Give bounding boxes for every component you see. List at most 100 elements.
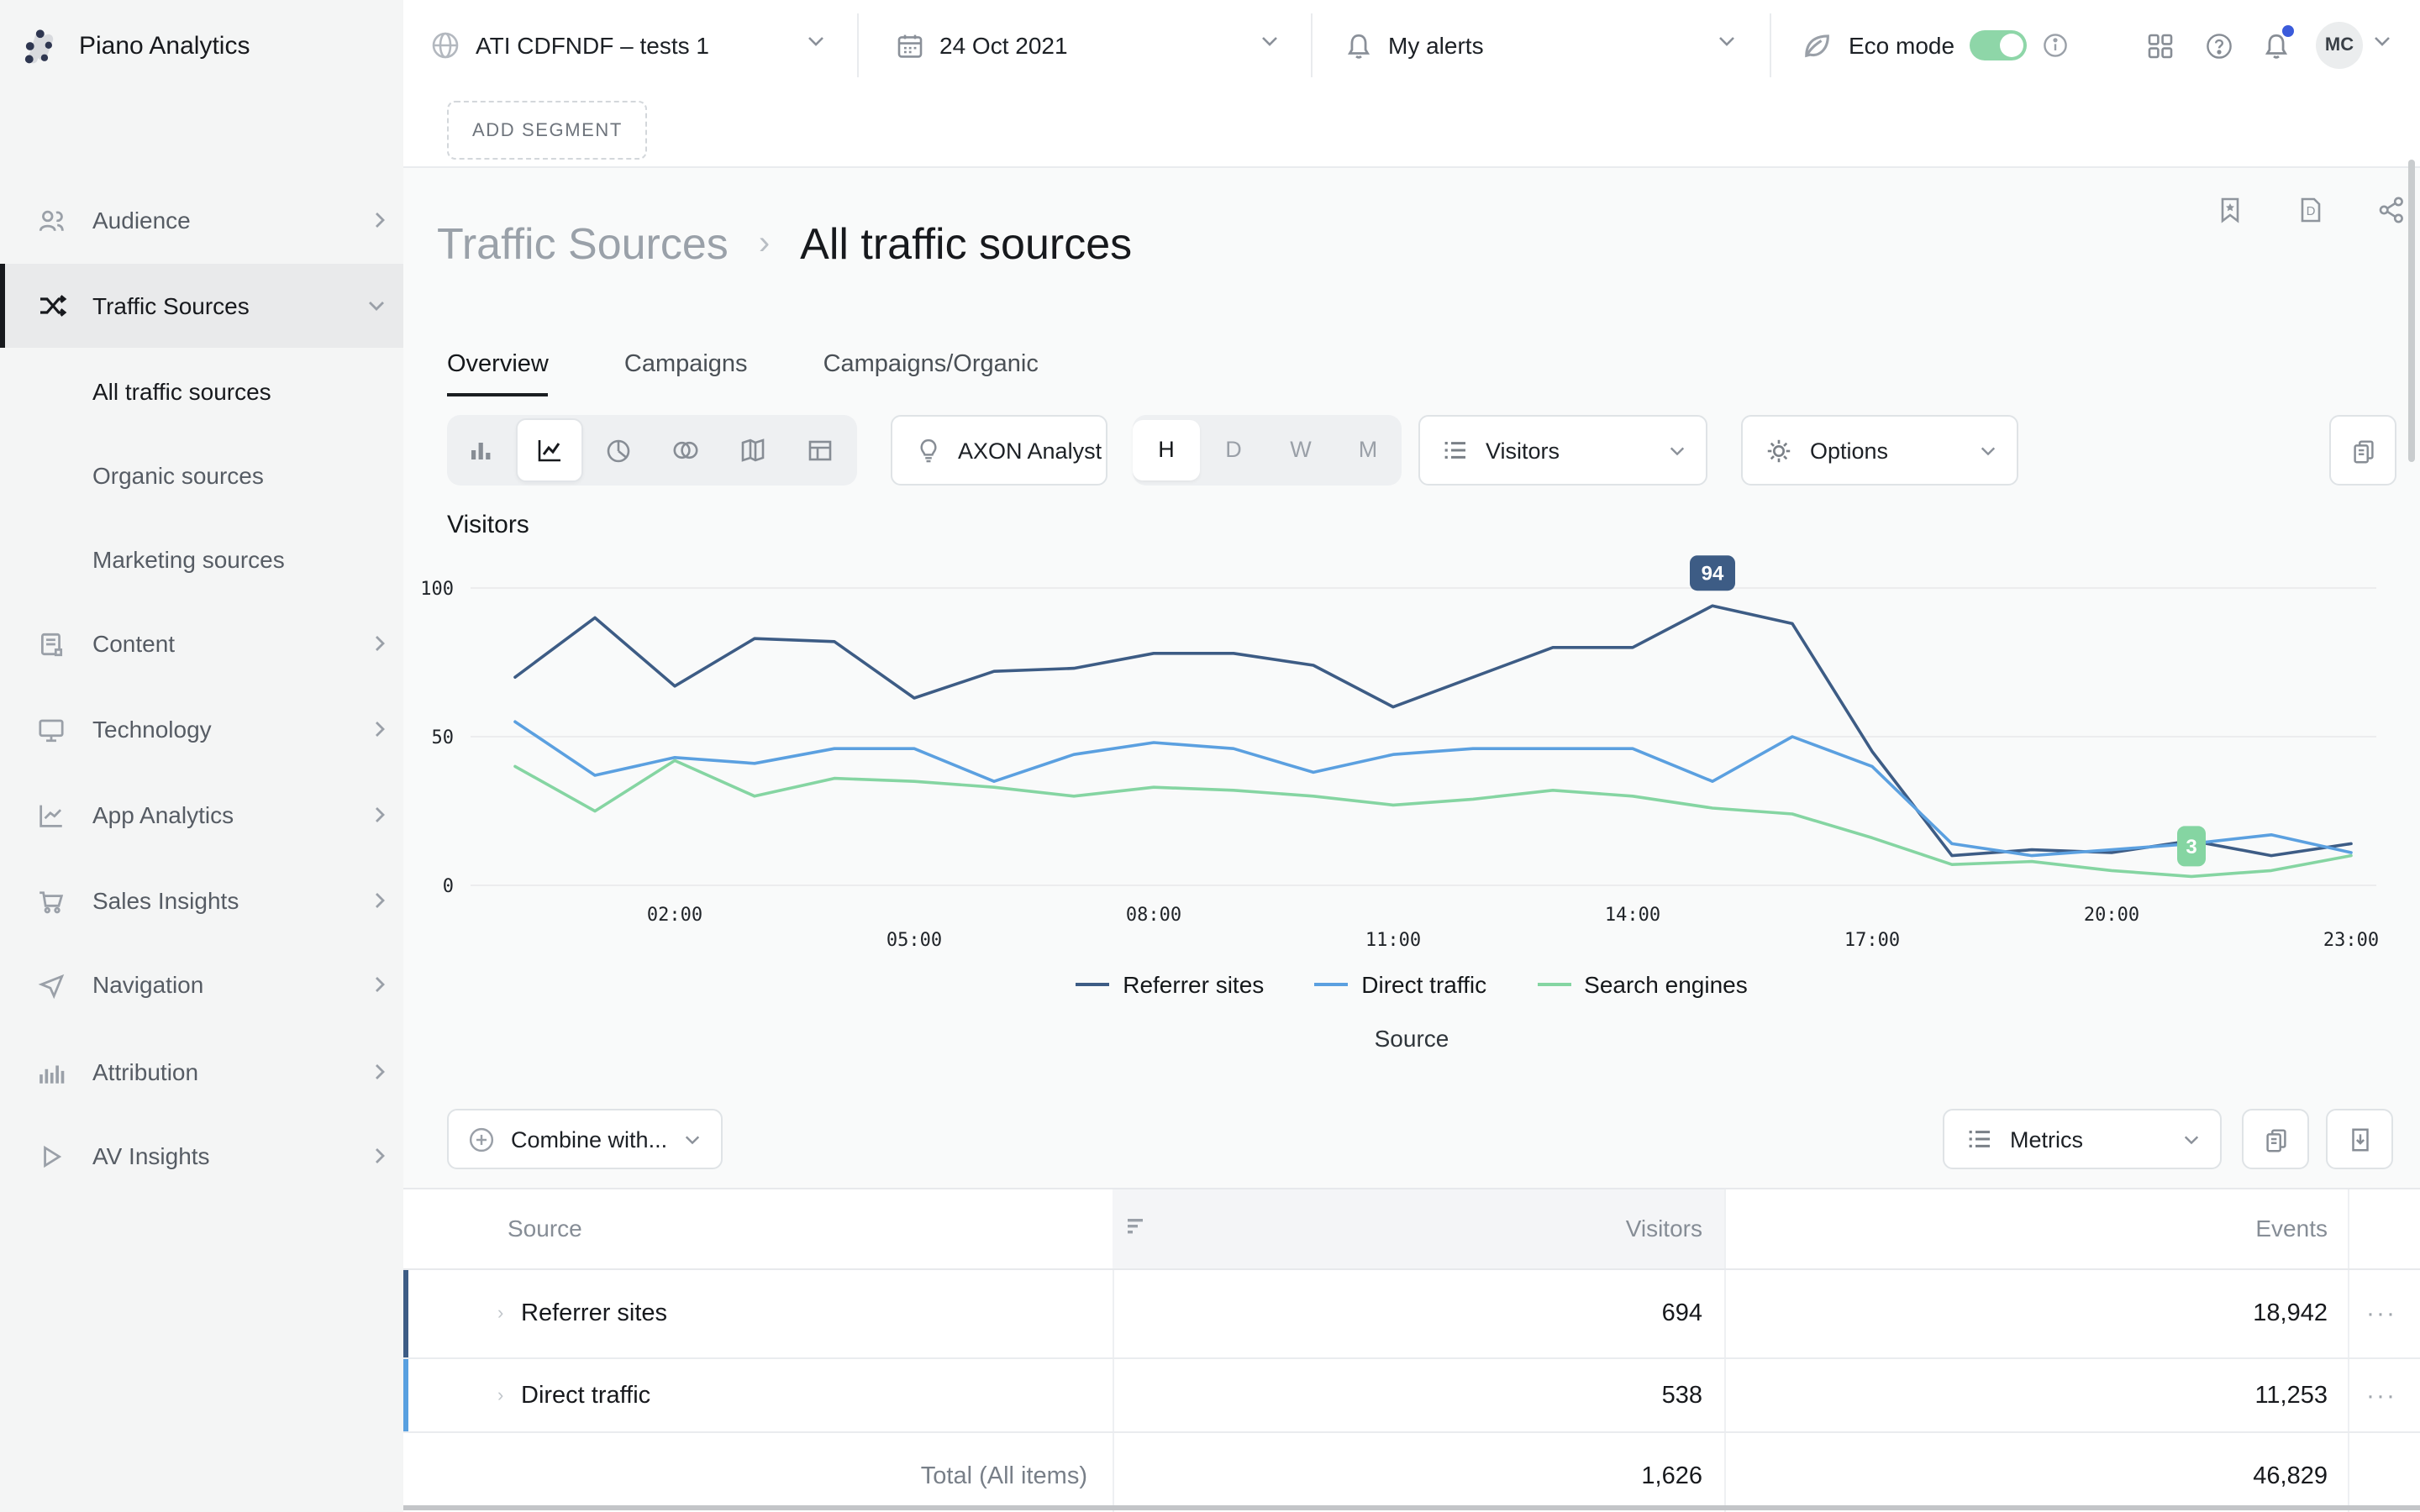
sidebar-item-marketing-sources[interactable]: Marketing sources — [0, 524, 403, 595]
help-icon[interactable] — [2205, 32, 2233, 60]
play-icon — [37, 1142, 67, 1170]
sidebar-item-attribution[interactable]: Attribution — [0, 1037, 403, 1107]
row-menu-icon[interactable]: ··· — [2366, 1381, 2396, 1410]
sidebar-item-av-insights[interactable]: AV Insights — [0, 1121, 403, 1191]
filter-sort-icon[interactable] — [1126, 1216, 1146, 1236]
metric-dropdown[interactable]: Visitors — [1418, 415, 1707, 486]
site-selector[interactable]: ATI CDFNDF – tests 1 — [430, 0, 709, 91]
horizontal-scrollbar[interactable] — [403, 1505, 2420, 1510]
share-icon[interactable] — [2376, 195, 2407, 225]
row-events: 11,253 — [2254, 1382, 2328, 1409]
legend-item[interactable]: Direct traffic — [1314, 971, 1486, 998]
svg-text:17:00: 17:00 — [1844, 930, 1900, 951]
expand-chevron-icon[interactable]: › — [497, 1304, 503, 1324]
sidebar-item-sales-insights[interactable]: Sales Insights — [0, 865, 403, 936]
legend-item[interactable]: Referrer sites — [1076, 971, 1264, 998]
granularity-month[interactable]: M — [1334, 415, 1402, 486]
bookmark-icon[interactable] — [2215, 195, 2245, 225]
legend-label: Direct traffic — [1361, 971, 1486, 998]
column-header-visitors[interactable]: Visitors — [1626, 1215, 1702, 1242]
notifications-bell-icon[interactable] — [2262, 32, 2291, 60]
apps-grid-icon[interactable] — [2146, 32, 2175, 60]
cursor-icon — [37, 970, 67, 999]
add-segment-label: ADD SEGMENT — [472, 120, 623, 140]
tab-overview[interactable]: Overview — [447, 336, 549, 396]
download-icon — [2345, 1125, 2374, 1153]
table-row-direct-traffic[interactable]: › Direct traffic 538 11,253 ··· — [403, 1359, 2420, 1433]
alerts-selector[interactable]: My alerts — [1344, 0, 1484, 91]
vertical-scrollbar[interactable] — [2408, 160, 2415, 462]
top-bar: ATI CDFNDF – tests 1 24 Oct 2021 My aler… — [403, 0, 2420, 92]
export-document-icon[interactable]: D — [2296, 195, 2326, 225]
chevron-down-icon — [366, 299, 387, 312]
avatar[interactable]: MC — [2316, 22, 2363, 69]
table-row-referrer-sites[interactable]: › Referrer sites 694 18,942 ··· — [403, 1270, 2420, 1359]
sidebar-item-all-traffic-sources[interactable]: All traffic sources — [0, 356, 403, 427]
map-icon[interactable] — [719, 415, 786, 486]
shuffle-icon — [37, 291, 67, 321]
download-button[interactable] — [2326, 1109, 2393, 1169]
chart-legend: Referrer sites Direct traffic Search eng… — [403, 971, 2420, 998]
pie-chart-icon[interactable] — [585, 415, 652, 486]
table-icon[interactable] — [786, 415, 854, 486]
brand-title: Piano Analytics — [79, 31, 250, 60]
granularity-week[interactable]: W — [1267, 415, 1334, 486]
copy-chart-button[interactable] — [2329, 415, 2396, 486]
venn-diagram-icon[interactable] — [652, 415, 719, 486]
svg-text:100: 100 — [420, 579, 454, 600]
combine-with-label: Combine with... — [511, 1126, 667, 1152]
chart-line-icon — [37, 801, 67, 829]
line-chart-icon[interactable] — [516, 418, 583, 482]
eco-mode-toggle[interactable] — [1970, 30, 2027, 60]
row-accent-bar — [403, 1270, 408, 1357]
sidebar-item-navigation[interactable]: Navigation — [0, 949, 403, 1020]
chevron-right-icon — [373, 890, 387, 911]
breadcrumb: Traffic Sources › All traffic sources — [437, 218, 1132, 270]
column-header-events[interactable]: Events — [2255, 1215, 2328, 1242]
copy-table-button[interactable] — [2242, 1109, 2309, 1169]
sidebar-item-label: All traffic sources — [92, 378, 271, 405]
add-segment-button[interactable]: ADD SEGMENT — [447, 101, 648, 160]
legend-item[interactable]: Search engines — [1537, 971, 1748, 998]
sidebar-item-app-analytics[interactable]: App Analytics — [0, 780, 403, 850]
column-header-source[interactable]: Source — [508, 1215, 582, 1242]
account-chevron-down-icon[interactable] — [2373, 35, 2391, 47]
sidebar-item-content[interactable]: Content — [0, 608, 403, 679]
axon-analyst-button[interactable]: AXON Analyst — [891, 415, 1107, 486]
breadcrumb-parent[interactable]: Traffic Sources — [437, 218, 729, 270]
granularity-hour[interactable]: H — [1133, 420, 1200, 480]
tab-campaigns-organic[interactable]: Campaigns/Organic — [823, 336, 1039, 396]
plus-circle-icon — [467, 1125, 496, 1153]
total-label: Total (All items) — [921, 1463, 1087, 1490]
info-icon[interactable] — [2042, 32, 2069, 59]
row-source[interactable]: Direct traffic — [521, 1382, 650, 1409]
sidebar-item-label: App Analytics — [92, 801, 234, 828]
bar-chart-icon[interactable] — [447, 415, 514, 486]
svg-text:3: 3 — [2186, 836, 2196, 858]
chevron-down-icon — [1669, 444, 1686, 456]
site-selector-value: ATI CDFNDF – tests 1 — [476, 32, 709, 59]
tab-campaigns[interactable]: Campaigns — [624, 336, 748, 396]
granularity-day[interactable]: D — [1200, 415, 1267, 486]
row-source[interactable]: Referrer sites — [521, 1300, 667, 1327]
sidebar-item-traffic-sources[interactable]: Traffic Sources — [0, 264, 403, 348]
sidebar-item-label: Traffic Sources — [92, 292, 250, 319]
options-dropdown[interactable]: Options — [1741, 415, 2018, 486]
sidebar-item-organic-sources[interactable]: Organic sources — [0, 440, 403, 511]
chevron-down-icon — [684, 1133, 701, 1145]
row-menu-icon[interactable]: ··· — [2366, 1299, 2396, 1328]
list-icon — [1442, 437, 1469, 464]
svg-text:02:00: 02:00 — [647, 905, 702, 926]
visitors-line-chart[interactable]: 05010002:0005:0008:0011:0014:0017:0020:0… — [403, 538, 2420, 958]
combine-with-dropdown[interactable]: Combine with... — [447, 1109, 723, 1169]
cart-icon — [37, 886, 67, 915]
main-content: ADD SEGMENT D Traffic Sources › All traf… — [403, 91, 2420, 1512]
expand-chevron-icon[interactable]: › — [497, 1385, 503, 1405]
date-selector[interactable]: 24 Oct 2021 — [896, 0, 1068, 91]
sidebar-item-audience[interactable]: Audience — [0, 185, 403, 255]
metrics-dropdown[interactable]: Metrics — [1943, 1109, 2222, 1169]
legend-swatch — [1537, 983, 1570, 987]
monitor-icon — [37, 715, 67, 743]
avatar-initials: MC — [2325, 35, 2354, 55]
sidebar-item-technology[interactable]: Technology — [0, 694, 403, 764]
